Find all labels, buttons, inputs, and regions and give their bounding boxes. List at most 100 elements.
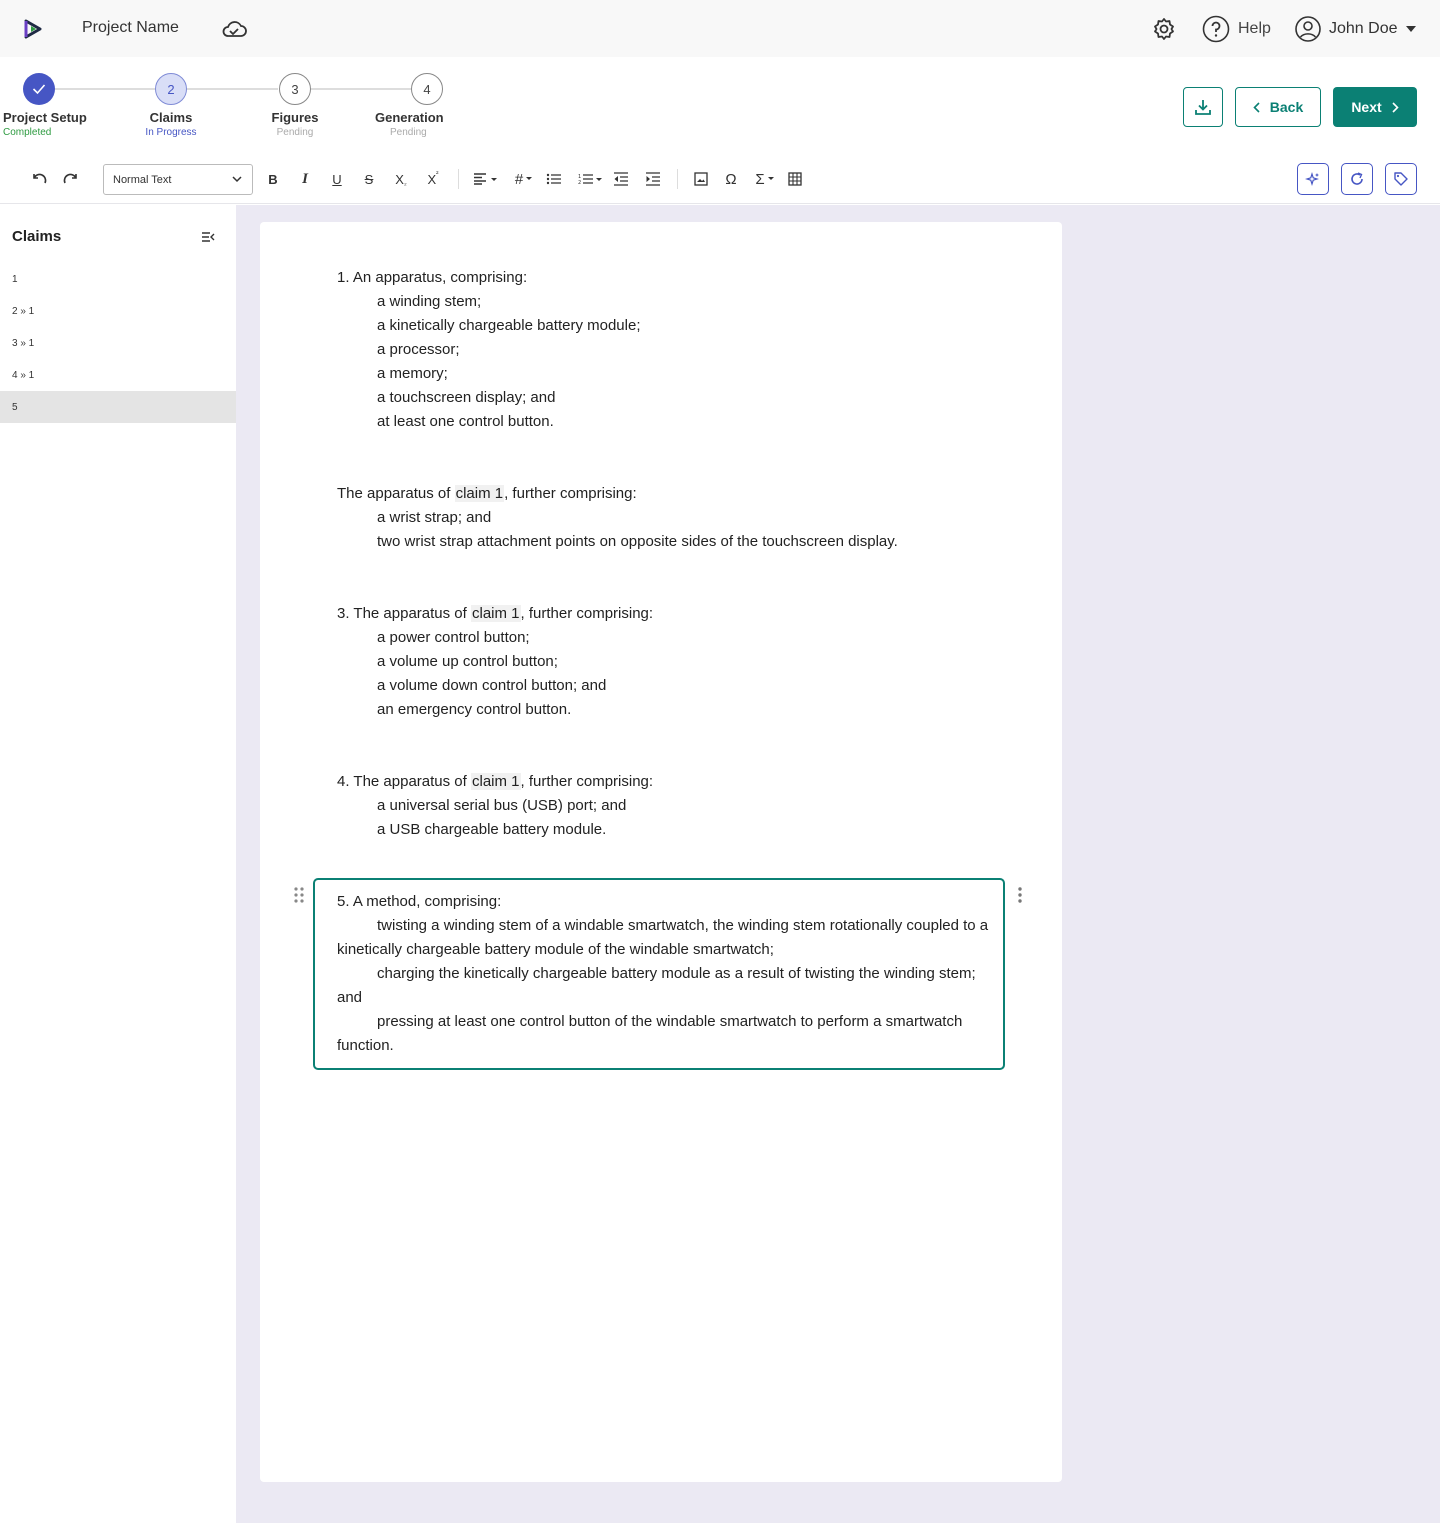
- claim-element: at least one control button.: [377, 413, 554, 430]
- claim-element: a USB chargeable battery module.: [377, 821, 607, 838]
- claims-sidebar: Claims 1 2 » 1 3 » 1 4 » 1 5: [0, 205, 236, 1523]
- chevron-left-icon: [1253, 101, 1260, 113]
- progress-stepper: Project Setup Completed 2 Claims In Prog…: [0, 57, 1440, 152]
- step-status: Completed: [3, 127, 52, 138]
- indent-icon[interactable]: [644, 168, 662, 190]
- claim-element: a wrist strap; and: [377, 509, 492, 526]
- cloud-sync-icon: [222, 21, 247, 37]
- equation-sigma-icon[interactable]: Σ: [753, 168, 777, 190]
- collapse-sidebar-icon[interactable]: [200, 230, 216, 244]
- sidebar-claim-item[interactable]: 4 » 1: [0, 359, 236, 391]
- outdent-icon[interactable]: [612, 168, 630, 190]
- settings-gear-icon[interactable]: [1152, 17, 1176, 41]
- claim-element: a touchscreen display; and: [377, 389, 556, 406]
- strikethrough-icon[interactable]: S: [360, 168, 378, 190]
- superscript-icon[interactable]: X²: [424, 168, 442, 190]
- claim-reference[interactable]: claim 1: [470, 605, 521, 622]
- toolbar-divider: [677, 169, 678, 189]
- claim-block[interactable]: 4. The apparatus of claim 1, further com…: [337, 770, 997, 842]
- claim-element: charging the kinetically chargeable batt…: [337, 965, 976, 1006]
- heading-hash-icon[interactable]: #: [511, 168, 537, 190]
- ai-sparkle-button[interactable]: [1297, 163, 1329, 195]
- project-name[interactable]: Project Name: [82, 19, 179, 37]
- sidebar-claim-item[interactable]: 2 » 1: [0, 295, 236, 327]
- back-label: Back: [1269, 99, 1304, 115]
- toolbar-divider: [458, 169, 459, 189]
- claim-block[interactable]: The apparatus of claim 1, further compri…: [337, 482, 1037, 554]
- special-character-icon[interactable]: Ω: [722, 168, 740, 190]
- editor-toolbar: Normal Text B I U S X₂ X² # 12 Ω Σ: [0, 152, 1440, 204]
- align-icon[interactable]: [472, 168, 500, 190]
- claim-element: a winding stem;: [377, 293, 482, 310]
- claim-element: twisting a winding stem of a windable sm…: [337, 917, 989, 958]
- check-icon: [23, 73, 55, 105]
- claim-heading: 1. An apparatus, comprising:: [337, 269, 528, 286]
- sidebar-claim-item[interactable]: 1: [0, 263, 236, 295]
- claim-element: a volume up control button;: [377, 653, 558, 670]
- svg-text:2: 2: [578, 180, 581, 185]
- image-icon[interactable]: [692, 168, 710, 190]
- step-number: 3: [279, 73, 311, 105]
- help-button[interactable]: Help: [1202, 15, 1271, 43]
- claim-reference[interactable]: claim 1: [470, 773, 521, 790]
- next-button[interactable]: Next: [1333, 87, 1417, 127]
- tag-button[interactable]: [1385, 163, 1417, 195]
- tag-icon: [1394, 172, 1408, 186]
- help-label: Help: [1238, 20, 1271, 37]
- claim-element: a memory;: [377, 365, 448, 382]
- bullet-list-icon[interactable]: [545, 168, 563, 190]
- claim-heading: 5. A method, comprising:: [337, 893, 502, 910]
- more-options-icon[interactable]: [1017, 886, 1023, 904]
- claim-block[interactable]: 1. An apparatus, comprising: a winding s…: [337, 266, 997, 434]
- refresh-icon: [1351, 172, 1363, 185]
- step-status: Pending: [390, 127, 427, 138]
- step-claims[interactable]: 2 Claims In Progress: [111, 73, 231, 138]
- step-label: Project Setup: [3, 110, 87, 125]
- download-button[interactable]: [1183, 87, 1223, 127]
- step-label: Figures: [271, 110, 319, 125]
- step-status: Pending: [276, 127, 314, 138]
- user-avatar-icon: [1295, 16, 1321, 42]
- editor-canvas: 1. An apparatus, comprising: a winding s…: [236, 205, 1440, 1523]
- bold-icon[interactable]: B: [264, 168, 282, 190]
- top-bar: Project Name Help John Doe: [0, 0, 1440, 57]
- text-style-select[interactable]: Normal Text: [103, 164, 253, 195]
- app-logo-icon[interactable]: [23, 19, 43, 39]
- step-label: Generation: [375, 110, 444, 125]
- claim-element: a volume down control button; and: [377, 677, 607, 694]
- back-button[interactable]: Back: [1235, 87, 1321, 127]
- sparkle-icon: [1305, 172, 1319, 186]
- chevron-down-icon: [232, 176, 242, 183]
- numbered-list-icon[interactable]: 12: [578, 168, 604, 190]
- claim-block-selected[interactable]: 5. A method, comprising: twisting a wind…: [337, 890, 997, 1058]
- user-name: John Doe: [1329, 20, 1398, 37]
- sidebar-title: Claims: [12, 228, 62, 245]
- claim-element: a kinetically chargeable battery module;: [377, 317, 641, 334]
- chevron-right-icon: [1392, 101, 1399, 113]
- underline-icon[interactable]: U: [328, 168, 346, 190]
- claim-element: a power control button;: [377, 629, 530, 646]
- claim-reference[interactable]: claim 1: [454, 485, 505, 502]
- help-icon: [1202, 15, 1230, 43]
- table-icon[interactable]: [786, 168, 804, 190]
- claim-element: a universal serial bus (USB) port; and: [377, 797, 627, 814]
- step-label: Claims: [149, 110, 193, 125]
- step-generation[interactable]: 4 Generation Pending: [349, 73, 505, 138]
- document-page[interactable]: 1. An apparatus, comprising: a winding s…: [260, 222, 1062, 1482]
- step-number: 2: [155, 73, 187, 105]
- next-label: Next: [1351, 99, 1382, 115]
- refresh-button[interactable]: [1341, 163, 1373, 195]
- drag-handle-icon[interactable]: [293, 886, 305, 904]
- step-figures[interactable]: 3 Figures Pending: [235, 73, 355, 138]
- claim-block[interactable]: 3. The apparatus of claim 1, further com…: [337, 602, 997, 722]
- user-menu[interactable]: John Doe: [1295, 15, 1416, 43]
- italic-icon[interactable]: I: [296, 168, 314, 190]
- sidebar-claim-item[interactable]: 3 » 1: [0, 327, 236, 359]
- claim-heading: The apparatus of claim 1, further compri…: [337, 485, 637, 502]
- undo-icon[interactable]: [30, 168, 48, 190]
- sidebar-claim-item-active[interactable]: 5: [0, 391, 236, 423]
- step-project-setup[interactable]: Project Setup Completed: [3, 73, 123, 138]
- redo-icon[interactable]: [62, 168, 80, 190]
- subscript-icon[interactable]: X₂: [392, 168, 410, 190]
- caret-down-icon: [1405, 26, 1416, 32]
